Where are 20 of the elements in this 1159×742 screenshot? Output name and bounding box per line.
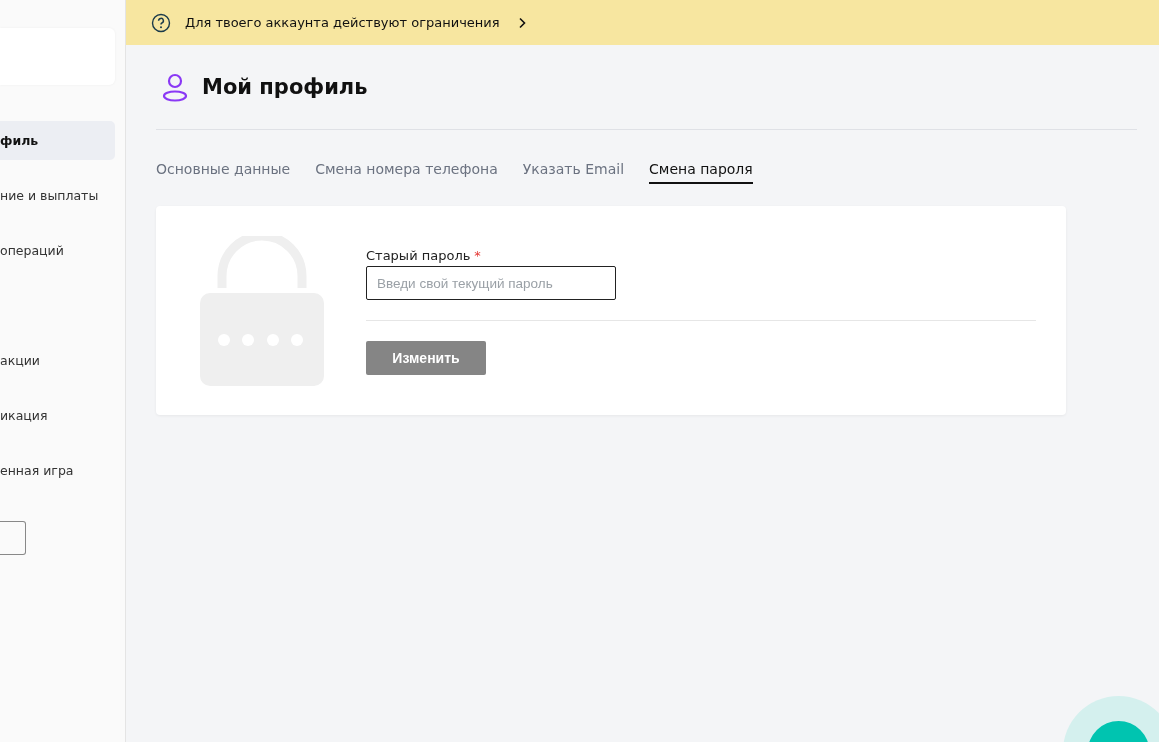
chevron-right-icon [517, 16, 526, 29]
sidebar-item[interactable]: ние и выплаты [0, 176, 115, 215]
outline-button[interactable] [0, 521, 26, 555]
tab[interactable]: Смена пароля [649, 161, 753, 184]
notice-text: Для твоего аккаунта действуют ограничения [185, 15, 500, 30]
help-icon [151, 12, 171, 33]
user-icon [160, 72, 190, 102]
field-label: Старый пароль [366, 248, 471, 263]
sidebar-item[interactable]: икация [0, 396, 115, 435]
required-mark: * [474, 248, 481, 263]
page-title: Мой профиль [202, 75, 368, 99]
tab[interactable]: Указать Email [522, 161, 625, 184]
tab[interactable]: Смена номера телефона [315, 161, 498, 184]
notice-banner[interactable]: Для твоего аккаунта действуют ограничения [126, 0, 1159, 45]
sidebar-item[interactable]: операций [0, 231, 115, 270]
password-field[interactable]: Введи свой текущий пароль [366, 266, 616, 300]
tab[interactable]: Основные данные [156, 161, 291, 184]
sidebar-item[interactable]: енная игра [0, 451, 115, 490]
sidebar-item[interactable]: филь [0, 121, 115, 160]
sidebar-item[interactable]: акции [0, 341, 115, 380]
